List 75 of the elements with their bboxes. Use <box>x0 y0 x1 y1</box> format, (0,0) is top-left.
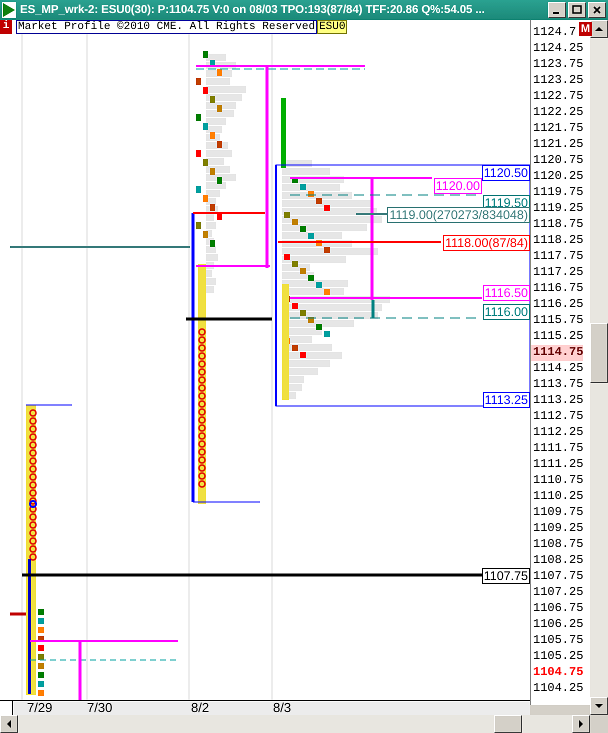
price-tick: 1118.25 <box>532 233 584 249</box>
price-tick: 1111.75 <box>532 441 584 457</box>
price-tick: 1115.25 <box>532 329 584 345</box>
price-tick: 1107.25 <box>532 585 584 601</box>
scroll-up-icon[interactable] <box>590 20 608 38</box>
price-label: 1120.00 <box>434 178 482 194</box>
symbol-label: ESU0 <box>317 20 348 34</box>
price-tick: 1104.75 <box>532 665 584 681</box>
price-tick: 1112.75 <box>532 409 584 425</box>
price-tick: 1109.25 <box>532 521 584 537</box>
marker-badge[interactable]: M <box>579 22 592 36</box>
price-tick: 1117.25 <box>532 265 584 281</box>
price-tick: 1105.25 <box>532 649 584 665</box>
price-tick: 1109.75 <box>532 505 584 521</box>
price-label: 1118.00(87/84) <box>443 235 530 251</box>
price-tick: 1113.75 <box>532 377 584 393</box>
price-tick: 1121.75 <box>532 121 584 137</box>
price-tick: 1108.25 <box>532 553 584 569</box>
price-tick: 1107.75 <box>532 569 584 585</box>
minimize-icon <box>553 12 559 14</box>
copyright-notice: Market Profile ©2010 CME. All Rights Reserved <box>16 20 318 34</box>
price-tick: 1115.75 <box>532 313 584 329</box>
scroll-down-icon[interactable] <box>590 697 608 715</box>
price-label: 1116.50 <box>482 285 530 301</box>
price-tick: 1119.25 <box>532 201 584 217</box>
minimize-button[interactable] <box>548 2 566 18</box>
price-tick: 1110.75 <box>532 473 584 489</box>
price-tick: 1113.25 <box>532 393 584 409</box>
price-label: 1119.00(270273/834048) <box>387 207 530 223</box>
date-label: 7/29 <box>27 701 52 715</box>
price-tick: 1114.75 <box>531 345 584 361</box>
price-tick: 1116.25 <box>532 297 584 313</box>
price-tick: 1111.25 <box>532 457 584 473</box>
scroll-left-icon[interactable] <box>0 715 18 733</box>
info-badge[interactable]: i <box>0 20 12 34</box>
date-label: 8/3 <box>273 701 292 715</box>
scroll-thumb[interactable] <box>494 715 522 733</box>
price-tick: 1114.25 <box>532 361 584 377</box>
price-tick: 1120.75 <box>532 153 584 169</box>
vertical-scrollbar[interactable] <box>590 20 608 715</box>
price-label: 1113.25 <box>482 392 530 408</box>
price-tick: 1105.75 <box>532 633 584 649</box>
date-label: 8/2 <box>191 701 210 715</box>
close-button[interactable] <box>588 2 606 18</box>
price-tick: 1106.25 <box>532 617 584 633</box>
price-tick: 1123.25 <box>532 73 584 89</box>
price-tick: 1112.25 <box>532 425 584 441</box>
maximize-button[interactable] <box>568 2 586 18</box>
scroll-thumb[interactable] <box>590 323 608 383</box>
price-tick: 1122.25 <box>532 105 584 121</box>
price-tick: 1122.75 <box>532 89 584 105</box>
price-tick: 1120.25 <box>532 169 584 185</box>
price-tick: 1108.75 <box>532 537 584 553</box>
price-tick: 1116.75 <box>532 281 584 297</box>
price-label: 1107.75 <box>482 568 530 584</box>
price-tick: 1124.25 <box>532 41 584 57</box>
price-tick: 1104.25 <box>532 681 584 697</box>
level-line <box>10 612 28 616</box>
scroll-right-icon[interactable] <box>572 715 590 733</box>
price-tick: 1110.25 <box>532 489 584 505</box>
horizontal-scrollbar[interactable] <box>0 715 590 733</box>
price-tick: 1123.75 <box>532 57 584 73</box>
close-icon <box>592 5 602 15</box>
price-tick: 1118.75 <box>532 217 584 233</box>
price-tick: 1121.25 <box>532 137 584 153</box>
price-tick: 1119.75 <box>532 185 584 201</box>
price-tick: 1117.75 <box>532 249 584 265</box>
maximize-icon <box>572 5 582 15</box>
price-label: 1120.50 <box>482 165 530 181</box>
price-tick: 1106.75 <box>532 601 584 617</box>
window-title: ES_MP_wrk-2: ESU0(30): P:1104.75 V:0 on 08/03 TPO:193(87/84) TFF:20.86 Q%:54.05 ... <box>20 4 486 16</box>
app-icon <box>2 2 16 18</box>
price-tick: 1124.7 <box>532 25 576 41</box>
price-label: 1116.00 <box>482 304 530 320</box>
date-label: 7/30 <box>87 701 112 715</box>
